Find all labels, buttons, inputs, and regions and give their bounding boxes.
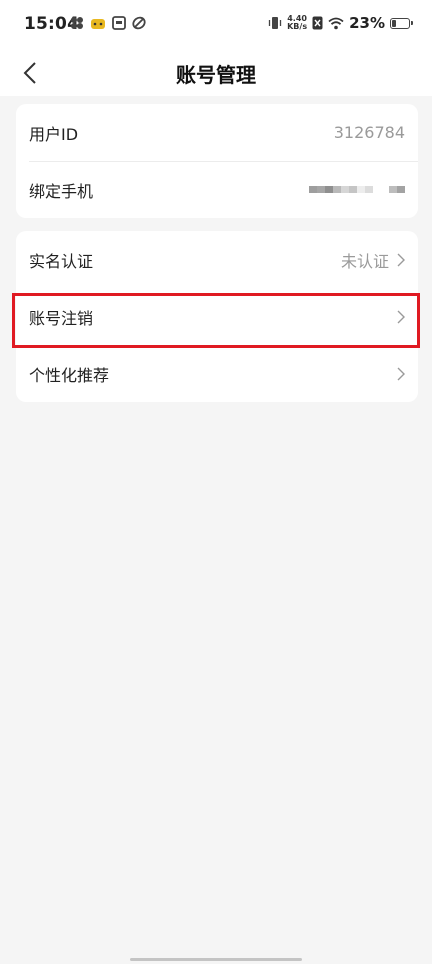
account-settings-card: 实名认证 未认证 账号注销 个性化推荐 — [16, 231, 418, 402]
user-id-row: 用户ID 3126784 — [16, 104, 418, 161]
nav-bar: 账号管理 — [0, 50, 432, 96]
net-speed: 4.40 KB/s — [287, 15, 307, 31]
battery-percent: 23% — [349, 14, 385, 32]
masked-phone-number — [309, 186, 405, 193]
real-name-status: 未认证 — [340, 251, 389, 271]
bound-phone-row: 绑定手机 — [16, 161, 418, 218]
chevron-right-icon — [397, 310, 405, 324]
home-indicator — [130, 958, 302, 961]
vibrate-icon — [268, 17, 282, 29]
status-bar: 15:04 4.40 KB/s 23% — [0, 0, 432, 50]
user-id-value: 3126784 — [333, 123, 405, 142]
bound-phone-label: 绑定手机 — [29, 181, 94, 201]
account-cancellation-row[interactable]: 账号注销 — [16, 288, 418, 345]
status-right: 4.40 KB/s 23% — [268, 14, 413, 32]
sync-icon — [132, 16, 146, 30]
page-title: 账号管理 — [176, 63, 256, 87]
personalized-recommendation-label: 个性化推荐 — [29, 365, 110, 385]
chevron-right-icon — [397, 367, 405, 381]
user-id-label: 用户ID — [29, 124, 79, 144]
real-name-label: 实名认证 — [29, 251, 94, 271]
no-sim-icon — [312, 16, 323, 30]
chevron-right-icon — [397, 253, 405, 267]
net-speed-unit: KB/s — [287, 22, 308, 31]
battery-icon — [390, 17, 413, 29]
personalized-recommendation-row[interactable]: 个性化推荐 — [16, 345, 418, 402]
account-cancellation-label: 账号注销 — [29, 308, 94, 328]
app-notification-icon — [71, 17, 83, 29]
account-info-card: 用户ID 3126784 绑定手机 — [16, 104, 418, 218]
real-name-verification-row[interactable]: 实名认证 未认证 — [16, 231, 418, 288]
cat-app-icon — [91, 19, 105, 29]
wifi-icon — [328, 17, 344, 29]
notification-icons — [70, 16, 146, 30]
inbox-icon — [112, 16, 126, 30]
